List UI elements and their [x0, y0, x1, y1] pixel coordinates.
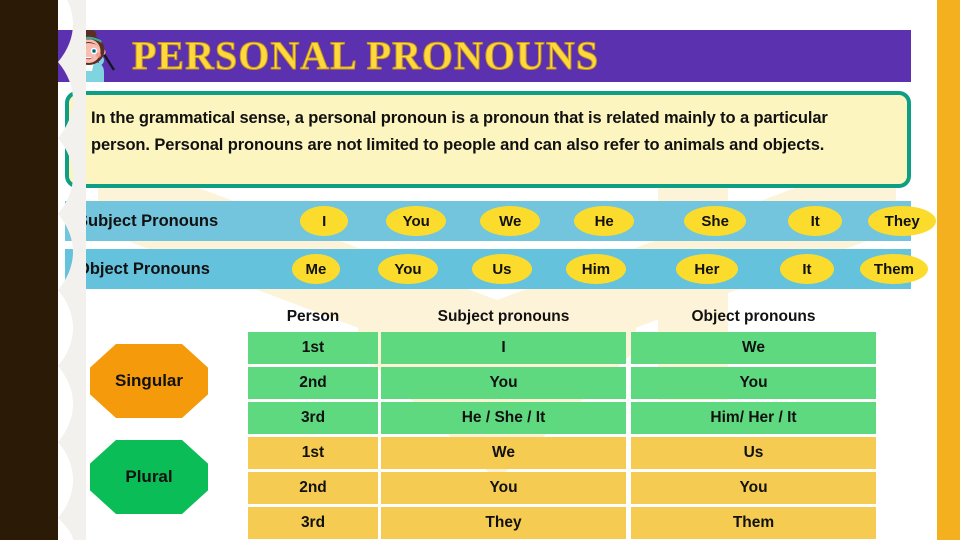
table-row: 2nd You You [248, 367, 878, 399]
definition-text: In the grammatical sense, a personal pro… [91, 109, 828, 154]
table-cell-object: Us [631, 437, 876, 469]
pronoun-pill: You [386, 206, 447, 236]
table-row: 1st We Us [248, 437, 878, 469]
pronoun-pill: It [788, 206, 843, 236]
table-body: 1st I We 2nd You You 3rd He / She / It Him/ Her … [248, 332, 878, 539]
table-cell-person: 3rd [248, 507, 378, 539]
table-cell-object: We [631, 332, 876, 364]
table-header-row: Person Subject pronouns Object pronouns [248, 306, 878, 332]
group-shape-plural: Plural [90, 440, 208, 514]
group-shape-singular: Singular [90, 344, 208, 418]
object-pronouns-band: Object Pronouns Me You Us Him Her It Them [65, 249, 928, 289]
pronoun-table: Person Subject pronouns Object pronouns … [248, 306, 878, 540]
pronoun-pill: Them [859, 254, 928, 284]
column-header-object: Object pronouns [691, 308, 816, 325]
pronoun-pill: Me [291, 254, 340, 284]
column-header-person: Person [286, 308, 340, 325]
subject-pronoun-pill-row: I You We He She It They [218, 201, 937, 241]
pronoun-pill: Her [675, 254, 738, 284]
pronoun-pill: Us [471, 254, 532, 284]
table-cell-subject: They [381, 507, 626, 539]
slide-header: PERSONAL PRONOUNS [58, 30, 911, 82]
table-cell-subject: He / She / It [381, 402, 626, 434]
subject-pronouns-band: Subject Pronouns I You We He She It They [65, 201, 937, 241]
table-cell-person: 3rd [248, 402, 378, 434]
table-row: 3rd He / She / It Him/ Her / It [248, 402, 878, 434]
page-title: PERSONAL PRONOUNS [131, 33, 600, 79]
pronoun-pill: She [684, 206, 747, 236]
definition-box: In the grammatical sense, a personal pro… [65, 91, 911, 188]
table-cell-person: 1st [248, 332, 378, 364]
group-label-singular: Singular [114, 371, 183, 390]
table-cell-subject: You [381, 472, 626, 504]
table-row: 3rd They Them [248, 507, 878, 539]
object-pronouns-label: Object Pronouns [77, 259, 210, 278]
subject-pronouns-label: Subject Pronouns [77, 211, 219, 230]
column-header-subject: Subject pronouns [437, 308, 570, 325]
slide-canvas: PERSONAL PRONOUNS In the grammatical sen… [0, 0, 960, 540]
pronoun-pill: It [779, 254, 834, 284]
pronoun-pill: I [300, 206, 349, 236]
table-cell-object: You [631, 472, 876, 504]
pronoun-pill: Him [565, 254, 626, 284]
object-pronoun-pill-row: Me You Us Him Her It Them [210, 249, 928, 289]
table-cell-person: 2nd [248, 472, 378, 504]
table-cell-subject: I [381, 332, 626, 364]
table-cell-subject: We [381, 437, 626, 469]
table-row: 1st I We [248, 332, 878, 364]
left-scallop-edge [58, 0, 86, 540]
table-cell-object: Them [631, 507, 876, 539]
group-label-plural: Plural [125, 467, 173, 486]
pronoun-pill: They [868, 206, 937, 236]
table-cell-subject: You [381, 367, 626, 399]
pronoun-pill: He [574, 206, 635, 236]
table-cell-object: Him/ Her / It [631, 402, 876, 434]
table-cell-person: 1st [248, 437, 378, 469]
table-cell-person: 2nd [248, 367, 378, 399]
pronoun-pill: You [377, 254, 438, 284]
pronoun-pill: We [480, 206, 541, 236]
right-decorative-bar [937, 0, 960, 540]
table-cell-object: You [631, 367, 876, 399]
table-row: 2nd You You [248, 472, 878, 504]
